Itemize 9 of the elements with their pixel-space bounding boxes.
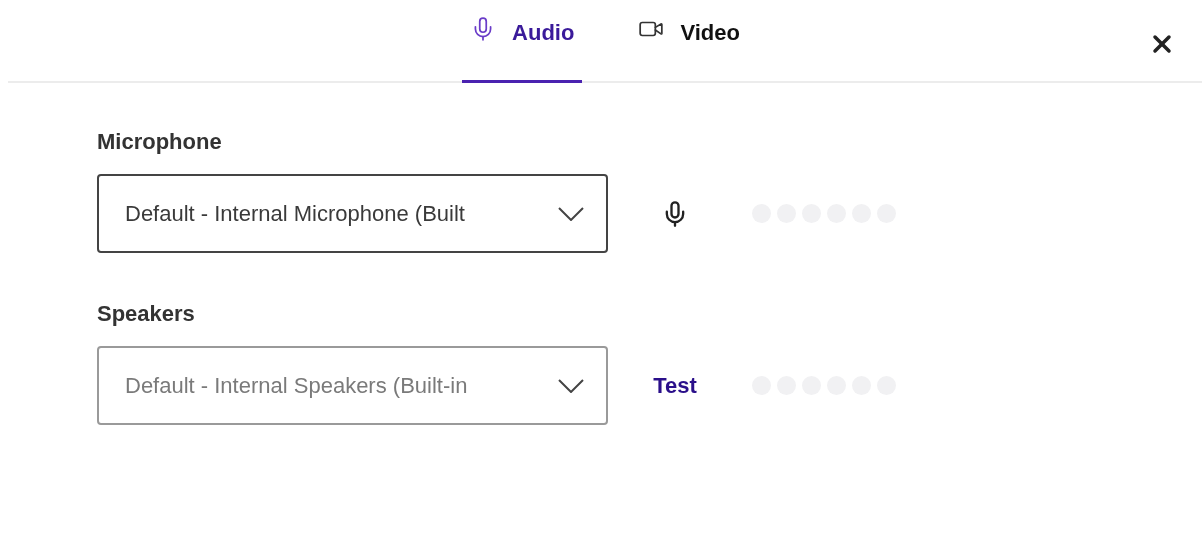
select-value: Default - Internal Microphone (Built [125, 200, 466, 228]
select-value: Default - Internal Speakers (Built-in [125, 372, 469, 400]
chevron-down-icon [558, 206, 584, 221]
tab[interactable]: Audio [462, 0, 583, 83]
device-select[interactable]: Default - Internal Microphone (Built [97, 174, 608, 253]
field-label: Speakers [97, 300, 196, 328]
field-label: Microphone [97, 128, 223, 156]
tab[interactable]: Video [630, 0, 748, 83]
chevron-down-icon [558, 378, 584, 393]
